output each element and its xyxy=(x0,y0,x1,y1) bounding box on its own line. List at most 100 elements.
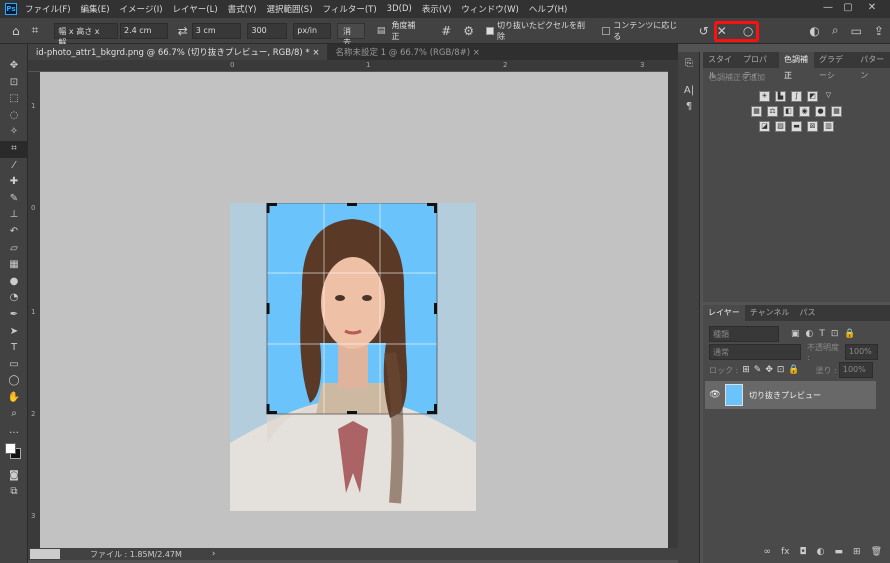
workspace-icon[interactable]: ▭ xyxy=(851,24,862,38)
levels-icon[interactable]: ▙ xyxy=(775,91,786,102)
zoom-field[interactable] xyxy=(30,549,60,559)
lasso-tool-icon[interactable]: ◌ xyxy=(0,108,28,125)
color-swatches[interactable] xyxy=(0,442,28,468)
pen-tool-icon[interactable]: ✒ xyxy=(0,307,28,324)
black-white-icon[interactable]: ◧ xyxy=(783,106,794,117)
home-icon[interactable]: ⌂ xyxy=(12,24,20,38)
quick-mask-icon[interactable]: ◙ xyxy=(0,468,28,485)
rectangle-tool-icon[interactable]: ▭ xyxy=(0,357,28,374)
canvas-pasteboard[interactable] xyxy=(40,72,668,548)
height-input[interactable]: 3 cm xyxy=(191,22,242,39)
hand-tool-icon[interactable]: ✋ xyxy=(0,390,28,407)
photo-canvas[interactable] xyxy=(230,203,476,511)
gradient-tool-icon[interactable]: ▦ xyxy=(0,257,28,274)
fill-input[interactable]: 100% xyxy=(838,362,873,378)
eyedropper-icon[interactable]: ⁄ xyxy=(0,158,28,175)
opacity-input[interactable]: 100% xyxy=(844,344,878,360)
color-balance-icon[interactable]: ⚖ xyxy=(767,106,778,117)
reset-icon[interactable]: ↺ xyxy=(699,24,709,38)
history-panel-icon[interactable]: ⎘ xyxy=(678,56,700,73)
screen-mode-icon[interactable]: ⧉ xyxy=(0,484,28,501)
menu-file[interactable]: ファイル(F) xyxy=(25,3,71,15)
link-layers-icon[interactable]: ∞ xyxy=(764,547,772,557)
resolution-input[interactable]: 300 xyxy=(247,22,288,39)
close-window-button[interactable]: ✕ xyxy=(862,2,882,13)
eraser-icon[interactable]: ▱ xyxy=(0,241,28,258)
menu-view[interactable]: 表示(V) xyxy=(422,3,451,15)
menu-select[interactable]: 選択範囲(S) xyxy=(266,3,312,15)
add-mask-icon[interactable]: ◘ xyxy=(800,547,807,557)
layer-search-input[interactable]: 種類 xyxy=(709,326,779,342)
minimize-button[interactable]: — xyxy=(818,2,838,13)
new-group-icon[interactable]: ▬ xyxy=(835,547,844,557)
history-brush-icon[interactable]: ↶ xyxy=(0,224,28,241)
search-icon[interactable]: ⌕ xyxy=(832,23,839,38)
new-layer-icon[interactable]: ⊞ xyxy=(853,547,861,557)
tab-id-photo[interactable]: id-photo_attr1_bkgrd.png @ 66.7% (切り抜きプレ… xyxy=(28,44,328,60)
exposure-icon[interactable]: ◩ xyxy=(807,91,818,102)
menu-filter[interactable]: フィルター(T) xyxy=(323,3,377,15)
menu-window[interactable]: ウィンドウ(W) xyxy=(461,3,519,15)
straighten-icon[interactable]: ▤ xyxy=(377,26,386,36)
swap-icon[interactable]: ⇄ xyxy=(178,24,188,38)
delete-layer-icon[interactable]: 🗑 xyxy=(871,547,882,557)
tab-properties[interactable]: プロパティ xyxy=(738,52,779,80)
ellipse-tool-icon[interactable]: ◯ xyxy=(0,373,28,390)
menu-edit[interactable]: 編集(E) xyxy=(81,3,110,15)
paragraph-panel-icon[interactable]: ¶ xyxy=(678,99,700,116)
stamp-tool-icon[interactable]: ⊥ xyxy=(0,207,28,224)
healing-brush-icon[interactable]: ✚ xyxy=(0,174,28,191)
adjustment-layer-icon[interactable]: ◐ xyxy=(817,547,825,557)
character-panel-icon[interactable]: A| xyxy=(678,83,700,100)
more-tools-icon[interactable]: … xyxy=(0,423,28,440)
tab-gradients[interactable]: グラデーシ xyxy=(814,52,855,80)
ratio-preset-select[interactable]: 幅 x 高さ x 解... xyxy=(54,22,118,47)
settings-gear-icon[interactable]: ⚙ xyxy=(463,24,474,38)
move-tool-icon[interactable]: ✥ xyxy=(0,58,28,75)
straighten-button[interactable]: 角度補正 xyxy=(391,20,423,42)
curves-icon[interactable]: ∫ xyxy=(791,91,802,102)
crop-tool-icon[interactable]: ⌗ xyxy=(0,140,28,158)
artboard-tool-icon[interactable]: ⊡ xyxy=(0,75,28,92)
crop-tool-icon[interactable]: ⌗ xyxy=(32,23,39,38)
menu-3d[interactable]: 3D(D) xyxy=(387,4,412,14)
blur-tool-icon[interactable]: ● xyxy=(0,274,28,291)
delete-cropped-checkbox[interactable] xyxy=(486,26,494,35)
resolution-unit-select[interactable]: px/in xyxy=(293,22,332,39)
learn-icon[interactable]: ◐ xyxy=(809,24,819,38)
vibrance-icon[interactable]: ▽ xyxy=(823,91,834,102)
type-tool-icon[interactable]: T xyxy=(0,340,28,357)
tab-paths[interactable]: パス xyxy=(795,305,821,321)
layer-filter-icons[interactable]: ▣◐T⊡🔒 xyxy=(791,329,862,339)
tab-channels[interactable]: チャンネル xyxy=(745,305,795,321)
path-select-icon[interactable]: ➤ xyxy=(0,324,28,341)
photo-filter-icon[interactable]: ◉ xyxy=(799,106,810,117)
width-input[interactable]: 2.4 cm xyxy=(120,22,168,39)
blend-mode-select[interactable]: 通常 xyxy=(709,344,801,360)
tab-patterns[interactable]: パターン xyxy=(855,52,890,80)
color-lookup-icon[interactable]: ▦ xyxy=(831,106,842,117)
brightness-icon[interactable]: ☀ xyxy=(759,91,770,102)
tab-layers[interactable]: レイヤー xyxy=(703,305,745,321)
tab-styles[interactable]: スタイル xyxy=(703,52,738,80)
content-aware-checkbox[interactable] xyxy=(602,26,611,35)
layer-row[interactable]: 👁 切り抜きプレビュー xyxy=(705,381,876,409)
vertical-scrollbar[interactable] xyxy=(668,60,678,548)
menu-image[interactable]: イメージ(I) xyxy=(120,3,163,15)
fx-icon[interactable]: fx xyxy=(781,547,790,557)
share-icon[interactable]: ⇪ xyxy=(874,24,884,38)
zoom-tool-icon[interactable]: ⌕ xyxy=(0,406,28,423)
maximize-button[interactable]: ▢ xyxy=(838,2,858,13)
posterize-icon[interactable]: ▨ xyxy=(775,121,786,132)
status-arrow[interactable]: › xyxy=(212,549,216,559)
dodge-tool-icon[interactable]: ◔ xyxy=(0,290,28,307)
brush-tool-icon[interactable]: ✎ xyxy=(0,191,28,208)
menu-type[interactable]: 書式(Y) xyxy=(228,3,257,15)
hue-saturation-icon[interactable]: ▦ xyxy=(751,106,762,117)
grid-overlay-icon[interactable]: # xyxy=(441,24,451,38)
channel-mixer-icon[interactable]: ● xyxy=(815,106,826,117)
tab-untitled[interactable]: 名称未設定 1 @ 66.7% (RGB/8#) × xyxy=(327,44,487,60)
marquee-tool-icon[interactable]: ⬚ xyxy=(0,91,28,108)
invert-icon[interactable]: ◪ xyxy=(759,121,770,132)
threshold-icon[interactable]: ▬ xyxy=(791,121,802,132)
